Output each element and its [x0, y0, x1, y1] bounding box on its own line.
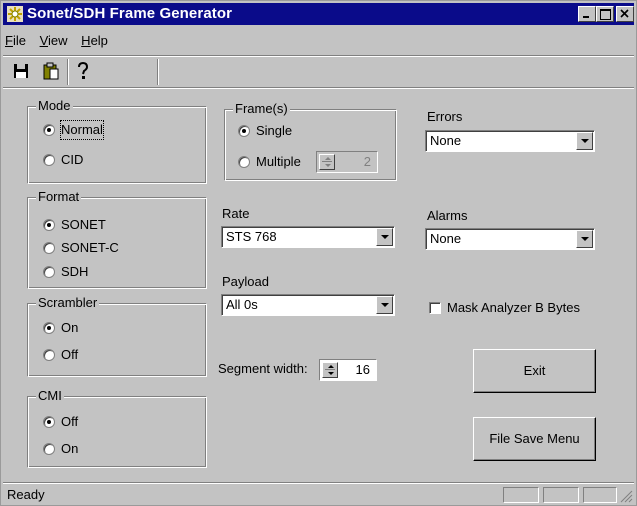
menu-separator — [3, 55, 634, 57]
segment-width-spinner[interactable]: 16 — [319, 359, 377, 381]
menu-help[interactable]: Help — [81, 33, 108, 48]
minimize-button[interactable] — [578, 6, 596, 22]
cmi-group: CMI — [27, 388, 207, 468]
spinner-updown-icon[interactable] — [322, 362, 338, 378]
payload-dropdown[interactable]: All 0s — [221, 294, 395, 316]
status-separator — [3, 482, 634, 484]
dropdown-arrow-icon[interactable] — [376, 228, 393, 246]
errors-label: Errors — [427, 109, 463, 124]
mode-group-label: Mode — [36, 98, 73, 113]
scrambler-group-label: Scrambler — [36, 295, 100, 310]
status-text: Ready — [7, 487, 45, 502]
toolbar-divider — [157, 59, 159, 85]
close-icon — [620, 9, 629, 18]
clipboard-tool-button[interactable] — [41, 61, 61, 81]
maximize-icon — [600, 9, 611, 20]
save-tool-button[interactable] — [11, 61, 31, 81]
close-button[interactable] — [616, 6, 634, 22]
menu-view[interactable]: View — [40, 33, 68, 48]
toolbar-divider — [67, 59, 69, 85]
rate-label: Rate — [222, 206, 250, 221]
scrambler-group: Scrambler — [27, 295, 207, 377]
clipboard-icon — [43, 62, 59, 80]
title-bar[interactable]: Sonet/SDH Frame Generator — [3, 3, 634, 25]
toolbar-separator — [3, 87, 634, 89]
errors-dropdown[interactable]: None — [425, 130, 595, 152]
dropdown-arrow-icon[interactable] — [576, 132, 593, 150]
status-panel — [543, 487, 579, 503]
mode-group: Mode — [27, 98, 207, 184]
resize-grip-icon[interactable] — [619, 489, 633, 503]
dropdown-arrow-icon[interactable] — [576, 230, 593, 248]
toolbar — [9, 59, 634, 85]
menu-bar: File View Help — [5, 33, 118, 53]
file-save-menu-button[interactable]: File Save Menu — [473, 417, 596, 461]
segment-width-label: Segment width: — [218, 361, 308, 376]
frame-count-spinner[interactable]: 2 — [316, 151, 378, 173]
app-icon — [7, 6, 23, 22]
cmi-group-label: CMI — [36, 388, 64, 403]
status-bar: Ready — [3, 485, 634, 505]
help-tool-button[interactable] — [73, 61, 93, 81]
minimize-icon — [583, 16, 589, 18]
help-icon — [78, 61, 89, 79]
save-icon — [14, 64, 28, 78]
menu-file[interactable]: File — [5, 33, 26, 48]
payload-label: Payload — [222, 274, 269, 289]
frames-group-label: Frame(s) — [233, 101, 290, 116]
window-title: Sonet/SDH Frame Generator — [27, 5, 233, 22]
dropdown-arrow-icon[interactable] — [376, 296, 393, 314]
status-panel — [503, 487, 539, 503]
format-group-label: Format — [36, 189, 82, 204]
app-window: Sonet/SDH Frame Generator File View Help — [0, 0, 637, 506]
maximize-button[interactable] — [596, 6, 614, 22]
rate-dropdown[interactable]: STS 768 — [221, 226, 395, 248]
exit-button[interactable]: Exit — [473, 349, 596, 393]
spinner-updown-icon[interactable] — [319, 154, 335, 170]
status-panel — [583, 487, 617, 503]
alarms-dropdown[interactable]: None — [425, 228, 595, 250]
alarms-label: Alarms — [427, 208, 468, 223]
